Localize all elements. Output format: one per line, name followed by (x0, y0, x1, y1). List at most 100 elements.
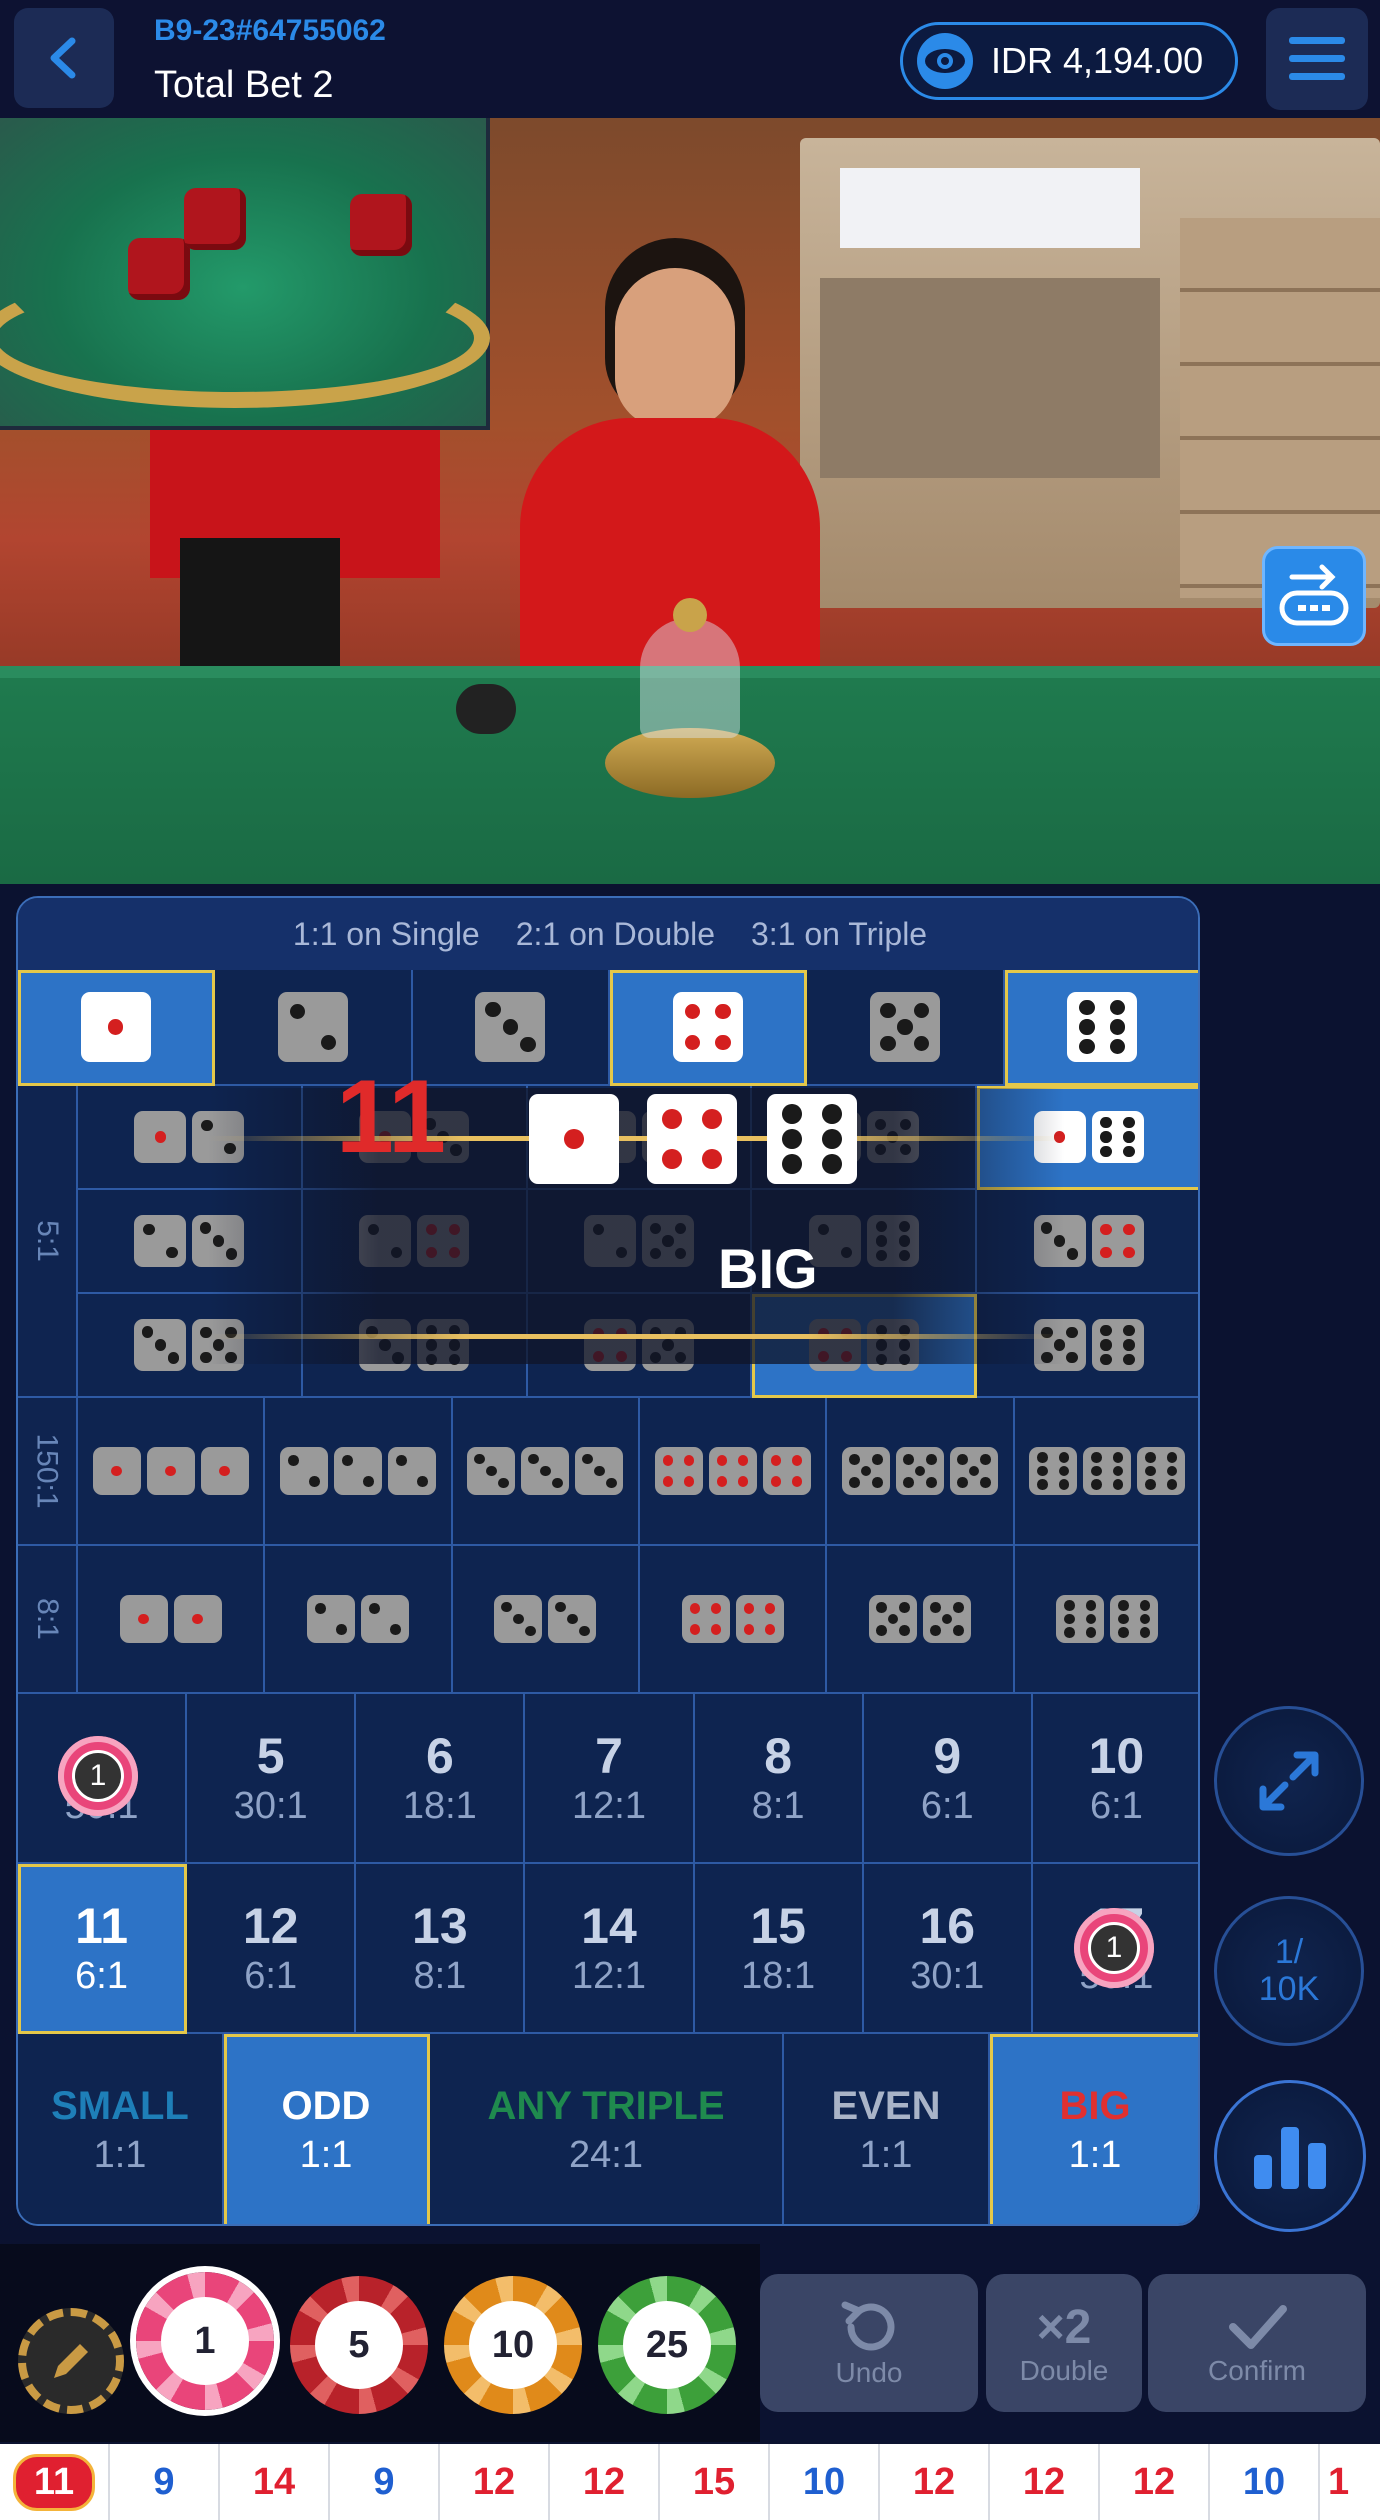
die-1-icon (173, 1595, 222, 1643)
chip-1[interactable]: 1 (136, 2272, 274, 2410)
undo-label: Undo (835, 2357, 903, 2388)
sum-bet-10[interactable]: 10 6:1 (1032, 1694, 1198, 1864)
history-item: 12 (990, 2444, 1100, 2520)
die-6-icon (1137, 1447, 1186, 1495)
bet-small[interactable]: SMALL 1:1 (18, 2034, 224, 2224)
payout-double: 2:1 on Double (515, 915, 715, 952)
double-bet-3[interactable] (452, 1546, 640, 1694)
result-die-1-icon (529, 1094, 619, 1184)
die-1-icon (200, 1447, 249, 1495)
statistics-button[interactable] (1214, 2080, 1366, 2232)
bet-label: BIG (1059, 2084, 1131, 2128)
sum-number: 6 (425, 1728, 454, 1784)
sum-number: 11 (75, 1898, 128, 1954)
single-bet-5[interactable] (807, 970, 1005, 1086)
expand-button[interactable] (1214, 1706, 1364, 1856)
back-button[interactable] (14, 8, 114, 108)
sum-number: 5 (256, 1728, 285, 1784)
triple-bet-5[interactable] (827, 1398, 1015, 1546)
die-3-icon (575, 1447, 624, 1495)
die-4-icon (681, 1595, 730, 1643)
die-6-icon (1067, 992, 1138, 1062)
history-value: 11 (12, 2453, 96, 2511)
chip-value: 1 (161, 2297, 249, 2385)
bet-even[interactable]: EVEN 1:1 (784, 2034, 990, 2224)
sum-bet-15[interactable]: 15 18:1 (694, 1864, 864, 2034)
sum-odds: 6:1 (920, 1785, 974, 1827)
die-1-icon (92, 1447, 141, 1495)
die-2-icon (279, 1447, 328, 1495)
placed-chip[interactable]: 1 (1074, 1908, 1154, 1988)
single-bet-6[interactable] (1004, 970, 1198, 1086)
sum-bet-13[interactable]: 13 8:1 (356, 1864, 526, 2034)
sum-bet-7[interactable]: 7 12:1 (525, 1694, 695, 1864)
die-1-icon (134, 1111, 187, 1163)
bet-big[interactable]: BIG 1:1 (990, 2034, 1198, 2224)
sum-odds: 30:1 (233, 1785, 308, 1827)
top-bar: B9-23#64755062 Total Bet 2 IDR 4,194.00 (0, 0, 1380, 118)
chip-value: 25 (623, 2301, 711, 2389)
sum-bet-9[interactable]: 9 6:1 (863, 1694, 1033, 1864)
single-bet-1[interactable] (18, 970, 216, 1086)
triple-bet-1[interactable] (78, 1398, 266, 1546)
bet-odd[interactable]: ODD 1:1 (224, 2034, 430, 2224)
edit-chips-button[interactable] (18, 2308, 124, 2414)
die-4-icon (672, 992, 743, 1062)
die-6-icon (1091, 1111, 1144, 1163)
triple-bet-6[interactable] (1014, 1398, 1198, 1546)
chip-25[interactable]: 25 (598, 2276, 736, 2414)
sum-bet-14[interactable]: 14 12:1 (525, 1864, 695, 2034)
switch-view-button[interactable] (1262, 546, 1366, 646)
double-button[interactable]: ×2 Double (986, 2274, 1142, 2412)
triple-bet-4[interactable] (640, 1398, 828, 1546)
die-3-icon (494, 1595, 543, 1643)
bet-any-triple[interactable]: ANY TRIPLE 24:1 (430, 2034, 784, 2224)
die-5-icon (869, 992, 940, 1062)
bet-label: ANY TRIPLE (487, 2084, 725, 2128)
history-item: 9 (330, 2444, 440, 2520)
sum-bet-5[interactable]: 5 30:1 (187, 1694, 357, 1864)
die-1-icon (119, 1595, 168, 1643)
single-bet-4[interactable] (610, 970, 808, 1086)
undo-button[interactable]: Undo (760, 2274, 978, 2412)
balance-toggle[interactable]: IDR 4,194.00 (900, 22, 1238, 100)
sum-odds: 12:1 (572, 1785, 646, 1827)
confirm-button[interactable]: Confirm (1148, 2274, 1366, 2412)
double-bet-6[interactable] (1014, 1546, 1198, 1694)
sum-bet-12[interactable]: 12 6:1 (187, 1864, 357, 2034)
triple-bet-2[interactable] (265, 1398, 453, 1546)
die-5-icon (949, 1447, 998, 1495)
die-6-icon (1083, 1447, 1132, 1495)
result-history: 11 9 14 9 12 12 15 10 12 12 12 10 1 (0, 2444, 1380, 2520)
sum-bet-6[interactable]: 6 18:1 (356, 1694, 526, 1864)
bet-limit-label: 1/ 10K (1258, 1932, 1320, 2008)
history-item: 15 (660, 2444, 770, 2520)
double-bet-1[interactable] (78, 1546, 266, 1694)
die-3-icon (475, 992, 546, 1062)
result-sum: 11 (336, 1059, 446, 1175)
double-bet-5[interactable] (827, 1546, 1015, 1694)
switch-view-icon (1279, 564, 1349, 626)
sum-bet-8[interactable]: 8 8:1 (694, 1694, 864, 1864)
bet-odds: 1:1 (1068, 2134, 1122, 2176)
double-bet-4[interactable] (640, 1546, 828, 1694)
menu-button[interactable] (1266, 8, 1368, 110)
chip-10[interactable]: 10 (444, 2276, 582, 2414)
die-3-icon (134, 1319, 187, 1371)
bet-limit-button[interactable]: 1/ 10K (1214, 1896, 1364, 2046)
triple-bet-3[interactable] (452, 1398, 640, 1546)
die-icon (128, 238, 190, 300)
dice-closeup (0, 118, 490, 430)
sum-bet-11[interactable]: 11 6:1 (18, 1864, 188, 2034)
chip-5[interactable]: 5 (290, 2276, 428, 2414)
chevron-left-icon (50, 37, 76, 79)
double-bet-2[interactable] (265, 1546, 453, 1694)
placed-chip[interactable]: 1 (58, 1736, 138, 1816)
sum-bet-16[interactable]: 16 30:1 (863, 1864, 1033, 2034)
die-6-icon (1091, 1319, 1144, 1371)
die-2-icon (134, 1215, 187, 1267)
double-odds-text: 8:1 (31, 1598, 64, 1640)
bet-label: ODD (281, 2084, 371, 2128)
bet-odds: 24:1 (569, 2134, 643, 2176)
die-icon (184, 188, 246, 250)
